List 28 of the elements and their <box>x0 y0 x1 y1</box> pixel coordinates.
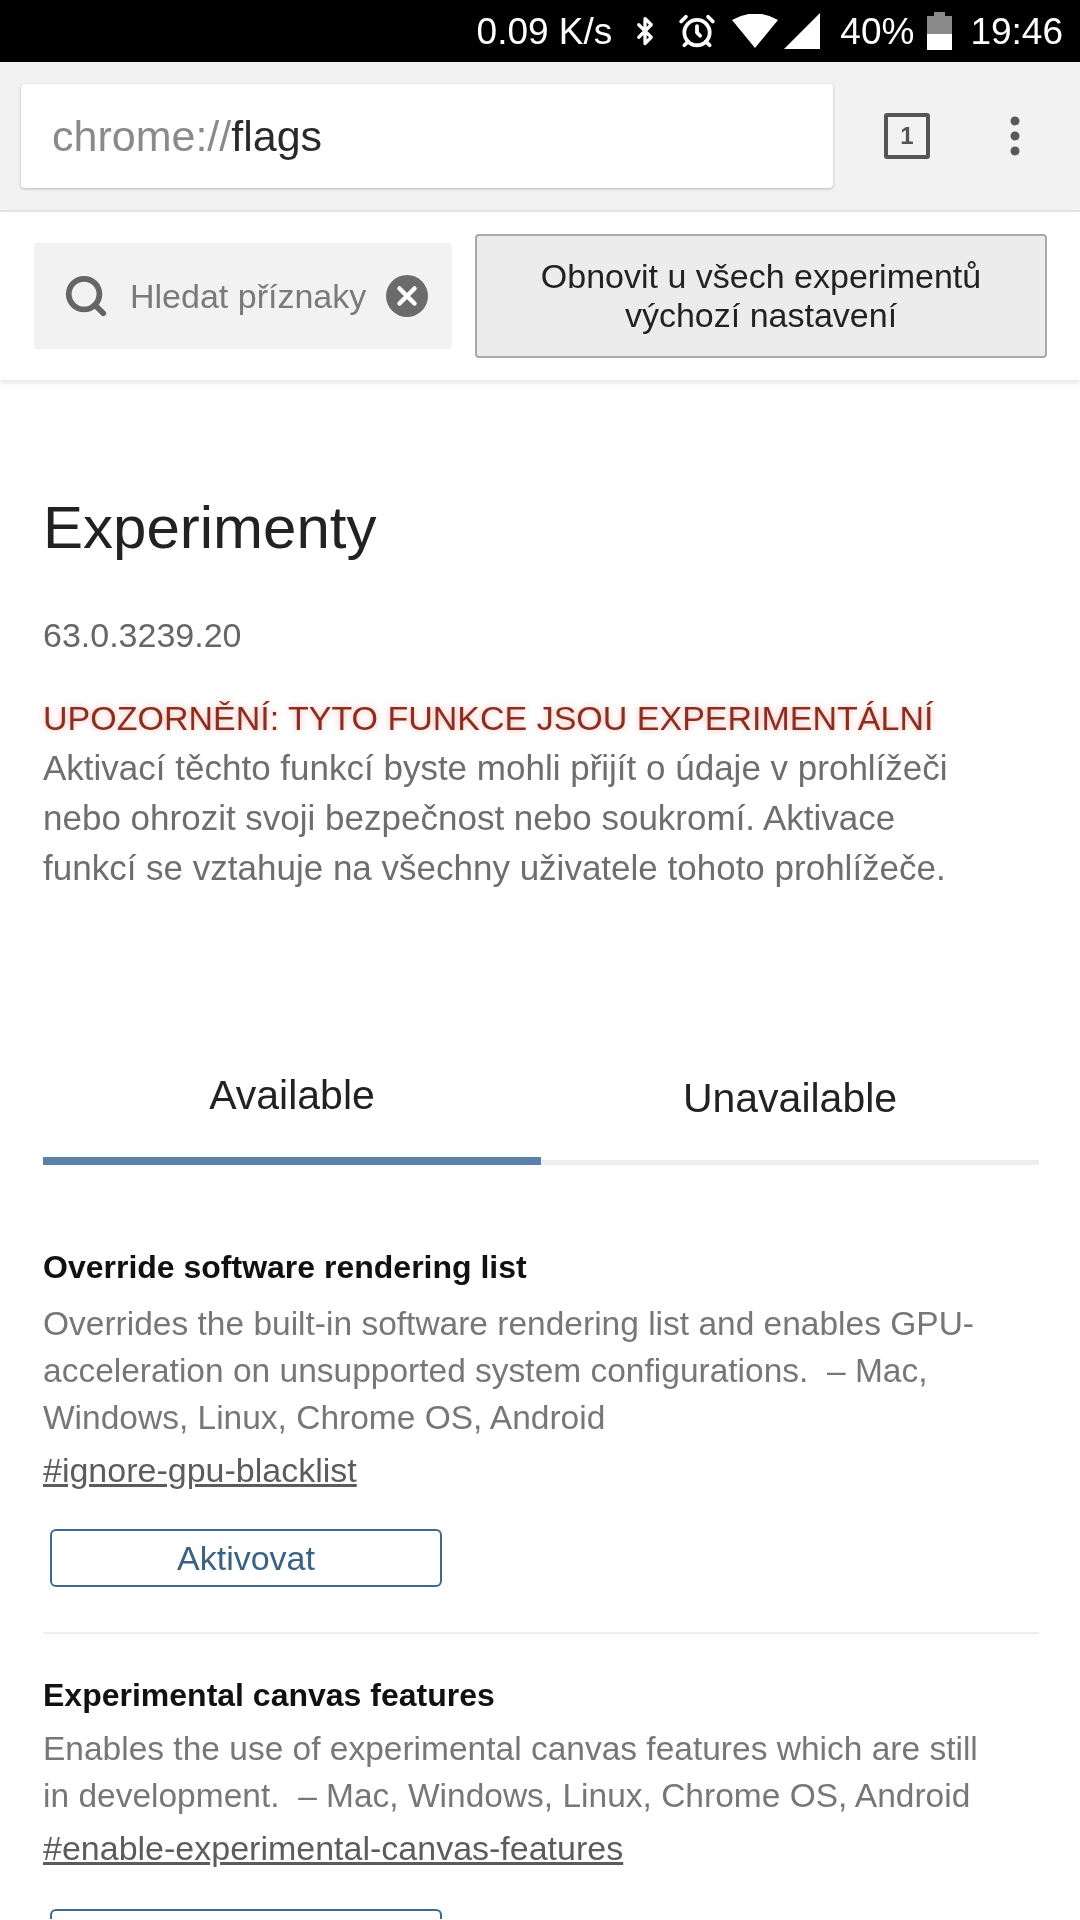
enable-button[interactable]: Aktivovat <box>50 1529 442 1587</box>
version-text: 63.0.3239.20 <box>43 615 243 655</box>
tab[interactable]: Available <box>43 1071 541 1165</box>
battery-percent: 40% <box>840 12 915 50</box>
page-title: Experimenty <box>43 493 378 563</box>
reset-all-button[interactable]: Obnovit u všech experimentů výchozí nastavení <box>475 234 1047 358</box>
clock-time: 19:46 <box>970 12 1063 50</box>
clear-icon[interactable] <box>386 275 428 317</box>
flag-description: Enables the use of experimental canvas features which are still in development. – Mac, Windows, Linux, Chrome OS, Android <box>43 1729 979 1816</box>
warning-heading: UPOZORNĚNÍ: TYTO FUNKCE JSOU EXPERIMENTÁLNÍ <box>43 698 935 738</box>
url-field[interactable]: chrome://flags <box>21 84 833 188</box>
flag-title: Override software rendering list <box>43 1248 528 1286</box>
flag-anchor-link[interactable]: #enable-experimental-canvas-features <box>43 1828 624 1868</box>
tab-switcher-button[interactable]: 1 <box>884 113 930 159</box>
search-field[interactable]: Hledat příznaky <box>34 243 452 349</box>
flag-title: Experimental canvas features <box>43 1676 496 1714</box>
more-vertical-icon <box>1010 116 1020 156</box>
battery-icon <box>927 12 953 50</box>
flag-description: Overrides the built-in software rendering list and enables GPU-acceleration on unsupported system configurations. – Mac, Windows, Linux, Chrome OS, Android <box>43 1304 975 1438</box>
alarm-clock-icon <box>678 12 717 50</box>
cell-signal-icon <box>784 13 821 49</box>
search-icon <box>63 273 109 319</box>
partial-button[interactable] <box>50 1909 442 1919</box>
flag-anchor-link[interactable]: #ignore-gpu-blacklist <box>43 1450 357 1490</box>
network-speed: 0.09 K/s <box>476 12 613 50</box>
tab[interactable]: Unavailable <box>541 1074 1039 1165</box>
wifi-icon <box>732 14 779 48</box>
warning-paragraph: Aktivací těchto funkcí byste mohli přijít o údaje v prohlížeči nebo ohrozit svoji bezpečnost nebo soukromí. Aktivace funkcí se vztahuje na všechny uživatele tohoto prohlížeče. <box>43 747 949 889</box>
